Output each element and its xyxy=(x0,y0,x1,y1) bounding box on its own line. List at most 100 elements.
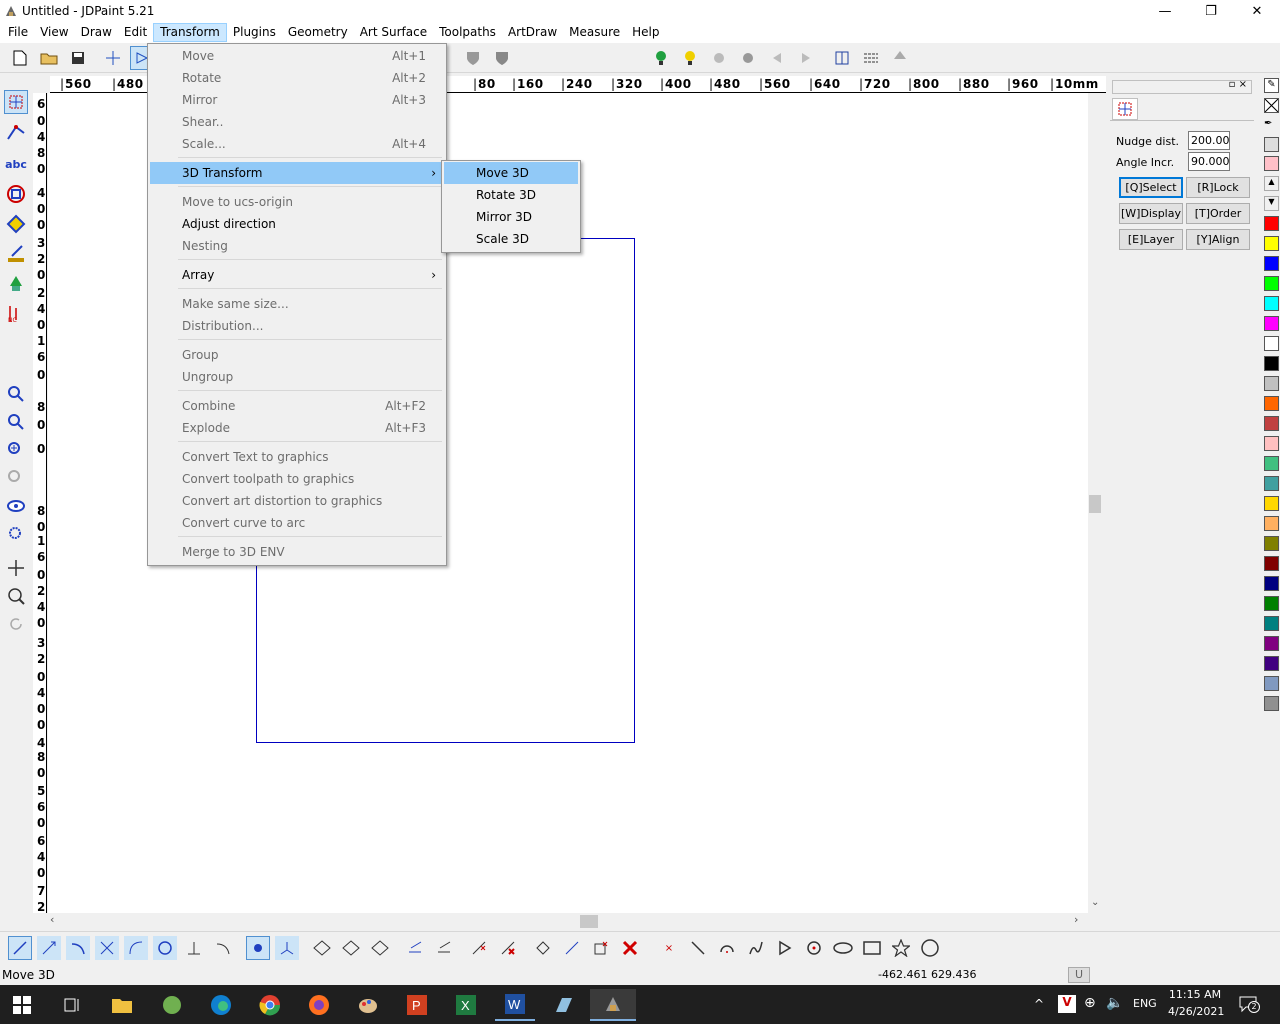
snap-line-icon[interactable] xyxy=(8,936,32,960)
break-icon[interactable] xyxy=(531,936,555,960)
color-swatch[interactable] xyxy=(1264,256,1279,271)
draw-star-icon[interactable] xyxy=(889,936,913,960)
rotate-view-icon[interactable] xyxy=(4,612,28,636)
menu-file[interactable]: File xyxy=(2,23,34,42)
zoom-out-icon[interactable] xyxy=(4,410,28,434)
submenu-item-rotate-3d[interactable]: Rotate 3D xyxy=(444,184,578,206)
snap-nearest-icon[interactable] xyxy=(211,936,235,960)
menu-measure[interactable]: Measure xyxy=(563,23,626,42)
yellow-bulb-icon[interactable] xyxy=(678,46,702,70)
vertical-scroll-thumb[interactable] xyxy=(1089,495,1101,513)
display-button[interactable]: [W]Display xyxy=(1119,203,1183,224)
snap-perpendicular-icon[interactable] xyxy=(182,936,206,960)
zoom-real-icon[interactable] xyxy=(4,584,28,608)
menu-item-distribution[interactable]: Distribution... xyxy=(150,315,444,337)
menu-toolpaths[interactable]: Toolpaths xyxy=(433,23,502,42)
menu-item-ungroup[interactable]: Ungroup xyxy=(150,366,444,388)
menu-item-merge-to-3d-env[interactable]: Merge to 3D ENV xyxy=(150,541,444,563)
trim-icon[interactable] xyxy=(403,936,427,960)
cut-node-icon[interactable] xyxy=(467,936,491,960)
snap-intersect-icon[interactable] xyxy=(95,936,119,960)
draw-line-icon[interactable] xyxy=(686,936,710,960)
zoom-in-icon[interactable] xyxy=(4,438,28,462)
menu-item-move[interactable]: Move Alt+1 xyxy=(150,45,444,67)
menu-edit[interactable]: Edit xyxy=(118,23,153,42)
color-swatch[interactable] xyxy=(1264,616,1279,631)
draw-rectangle-icon[interactable] xyxy=(860,936,884,960)
horizontal-scroll-thumb[interactable] xyxy=(580,915,598,928)
green-app-icon[interactable] xyxy=(152,989,192,1021)
menu-draw[interactable]: Draw xyxy=(75,23,118,42)
menu-item-explode[interactable]: Explode Alt+F3 xyxy=(150,417,444,439)
book-icon[interactable] xyxy=(830,46,854,70)
show-hidden-icons[interactable]: ^ xyxy=(1034,997,1044,1011)
order-button[interactable]: [T]Order xyxy=(1186,203,1250,224)
color-swatch[interactable] xyxy=(1264,676,1279,691)
view-eye-icon[interactable] xyxy=(4,494,28,518)
color-swatch[interactable] xyxy=(1264,396,1279,411)
units-indicator[interactable]: U xyxy=(1068,967,1090,983)
menu-geometry[interactable]: Geometry xyxy=(282,23,354,42)
zoom-prev-icon[interactable] xyxy=(4,466,28,490)
draw-ellipse-icon[interactable] xyxy=(831,936,855,960)
excel-icon[interactable]: X xyxy=(446,989,486,1021)
color-swatch[interactable] xyxy=(1264,476,1279,491)
extend-icon[interactable] xyxy=(432,936,456,960)
menu-transform[interactable]: Transform xyxy=(153,23,227,42)
fill-tool-icon[interactable] xyxy=(4,212,28,236)
menu-view[interactable]: View xyxy=(34,23,74,42)
new-file-icon[interactable] xyxy=(8,46,32,70)
word-icon[interactable]: W xyxy=(495,989,535,1021)
snap-center-icon[interactable] xyxy=(153,936,177,960)
close-button[interactable]: ✕ xyxy=(1234,0,1280,22)
panel-tab-select[interactable] xyxy=(1112,98,1138,120)
windows-start-icon[interactable] xyxy=(2,989,42,1021)
delete-icon[interactable] xyxy=(618,936,642,960)
color-swatch[interactable] xyxy=(1264,516,1279,531)
delete-node-icon[interactable] xyxy=(496,936,520,960)
menu-item-group[interactable]: Group xyxy=(150,344,444,366)
antivirus-tray-icon[interactable]: V xyxy=(1058,995,1076,1013)
powerpoint-icon[interactable]: P xyxy=(397,989,437,1021)
close-curve-icon[interactable] xyxy=(589,936,613,960)
color-swatch[interactable] xyxy=(1264,416,1279,431)
shield-right-icon[interactable] xyxy=(490,46,514,70)
submenu-item-mirror-3d[interactable]: Mirror 3D xyxy=(444,206,578,228)
maximize-button[interactable]: ❐ xyxy=(1188,0,1234,22)
crosshair-icon[interactable] xyxy=(101,46,125,70)
menu-item-rotate[interactable]: Rotate Alt+2 xyxy=(150,67,444,89)
current-color-swatch[interactable] xyxy=(1264,156,1279,171)
boolean-intersect-icon[interactable] xyxy=(368,936,392,960)
scroll-down-icon[interactable]: ⌄ xyxy=(1091,897,1099,908)
glass-app-icon[interactable] xyxy=(544,989,584,1021)
file-explorer-icon[interactable] xyxy=(102,989,142,1021)
menu-item-convert-art-distortion-to-graphics[interactable]: Convert art distortion to graphics xyxy=(150,490,444,512)
no-color-icon[interactable] xyxy=(1264,98,1279,113)
arrow-right-icon[interactable] xyxy=(794,46,818,70)
menu-item-mirror[interactable]: Mirror Alt+3 xyxy=(150,89,444,111)
connect-icon[interactable] xyxy=(560,936,584,960)
submenu-item-move-3d[interactable]: Move 3D xyxy=(444,162,578,184)
scroll-left-icon[interactable]: ‹ xyxy=(50,913,54,926)
color-swatch[interactable] xyxy=(1264,596,1279,611)
paint-app-icon[interactable] xyxy=(348,989,388,1021)
menu-item-scale[interactable]: Scale... Alt+4 xyxy=(150,133,444,155)
draw-arc-icon[interactable] xyxy=(715,936,739,960)
lock-button[interactable]: [R]Lock xyxy=(1186,177,1250,198)
color-swatch[interactable] xyxy=(1264,496,1279,511)
nudge-input[interactable]: 200.000 xyxy=(1188,131,1230,150)
clock-time[interactable]: 11:15 AM xyxy=(1168,988,1222,1001)
volume-muted-icon[interactable]: 🔈 xyxy=(1106,995,1123,1011)
palette-scroll-up-icon[interactable]: ▲ xyxy=(1264,176,1279,191)
notification-center-icon[interactable]: 2 xyxy=(1238,995,1260,1013)
color-swatch[interactable] xyxy=(1264,656,1279,671)
open-folder-icon[interactable] xyxy=(37,46,61,70)
select-tool-icon[interactable] xyxy=(4,90,28,114)
zoom-window-icon[interactable] xyxy=(4,382,28,406)
network-icon[interactable]: ⊕ xyxy=(1084,995,1096,1011)
color-swatch[interactable] xyxy=(1264,236,1279,251)
pan-icon[interactable] xyxy=(4,556,28,580)
grid-snap-icon[interactable] xyxy=(246,936,270,960)
light-settings-icon[interactable] xyxy=(736,46,760,70)
language-indicator[interactable]: ENG xyxy=(1133,997,1157,1010)
